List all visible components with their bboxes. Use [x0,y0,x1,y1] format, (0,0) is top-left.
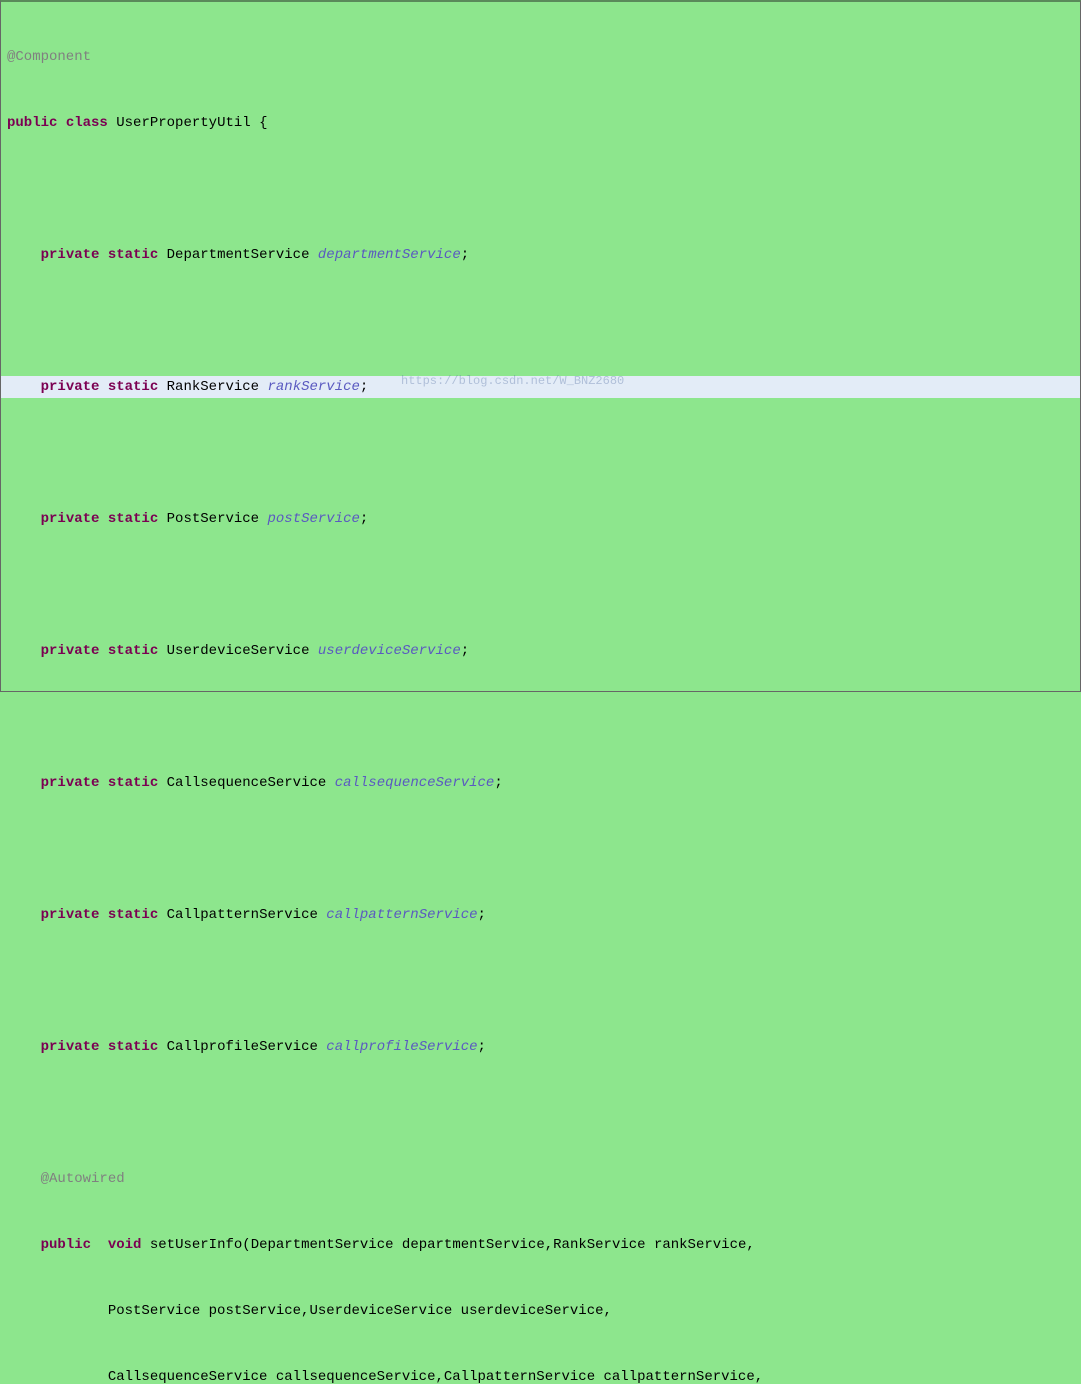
type-name: RankService [167,379,259,395]
param-line: CallsequenceService callsequenceService,… [108,1369,763,1384]
keyword-public: public [7,115,57,131]
blank-line [1,970,1080,992]
code-line: private static CallpatternService callpa… [1,904,1080,926]
keyword-static: static [108,1039,158,1055]
annotation: @Component [7,49,91,65]
highlighted-line: private static RankService rankService; [1,376,1080,398]
keyword-class: class [66,115,108,131]
type-name: CallprofileService [167,1039,318,1055]
param-line: PostService postService,UserdeviceServic… [108,1303,612,1319]
code-line: private static UserdeviceService userdev… [1,640,1080,662]
param-line: DepartmentService departmentService,Rank… [251,1237,755,1253]
field-name: userdeviceService [318,643,461,659]
keyword-private: private [41,1039,100,1055]
field-name: callsequenceService [335,775,495,791]
code-line: private static CallsequenceService calls… [1,772,1080,794]
blank-line [1,1102,1080,1124]
code-line: private static CallprofileService callpr… [1,1036,1080,1058]
blank-line [1,310,1080,332]
keyword-private: private [41,511,100,527]
field-name: callpatternService [326,907,477,923]
code-line: @Component [1,46,1080,68]
type-name: CallpatternService [167,907,318,923]
keyword-static: static [108,379,158,395]
code-editor[interactable]: @Component public class UserPropertyUtil… [1,2,1080,691]
semicolon: ; [478,907,486,923]
code-line: PostService postService,UserdeviceServic… [1,1300,1080,1322]
semicolon: ; [360,379,368,395]
field-name: rankService [267,379,359,395]
keyword-static: static [108,643,158,659]
blank-line [1,574,1080,596]
type-name: UserdeviceService [167,643,310,659]
type-name: PostService [167,511,259,527]
keyword-private: private [41,247,100,263]
type-name: DepartmentService [167,247,310,263]
keyword-private: private [41,775,100,791]
field-name: departmentService [318,247,461,263]
semicolon: ; [478,1039,486,1055]
blank-line [1,706,1080,728]
field-name: postService [267,511,359,527]
brace-open: { [259,115,267,131]
code-line: CallsequenceService callsequenceService,… [1,1366,1080,1384]
semicolon: ; [494,775,502,791]
code-line: private static PostService postService; [1,508,1080,530]
keyword-private: private [41,643,100,659]
type-name: CallsequenceService [167,775,327,791]
field-name: callprofileService [326,1039,477,1055]
blank-line [1,442,1080,464]
semicolon: ; [360,511,368,527]
keyword-static: static [108,511,158,527]
class-name: UserPropertyUtil [116,115,250,131]
paren-open: ( [242,1237,250,1253]
blank-line [1,178,1080,200]
code-line: public class UserPropertyUtil { [1,112,1080,134]
keyword-static: static [108,907,158,923]
annotation: @Autowired [41,1171,125,1187]
keyword-public: public [41,1237,91,1253]
semicolon: ; [461,643,469,659]
keyword-static: static [108,775,158,791]
keyword-private: private [41,379,100,395]
method-name: setUserInfo [150,1237,242,1253]
blank-line [1,838,1080,860]
keyword-static: static [108,247,158,263]
keyword-void: void [108,1237,142,1253]
code-line: @Autowired [1,1168,1080,1190]
code-line: private static DepartmentService departm… [1,244,1080,266]
semicolon: ; [461,247,469,263]
code-line: public void setUserInfo(DepartmentServic… [1,1234,1080,1256]
keyword-private: private [41,907,100,923]
